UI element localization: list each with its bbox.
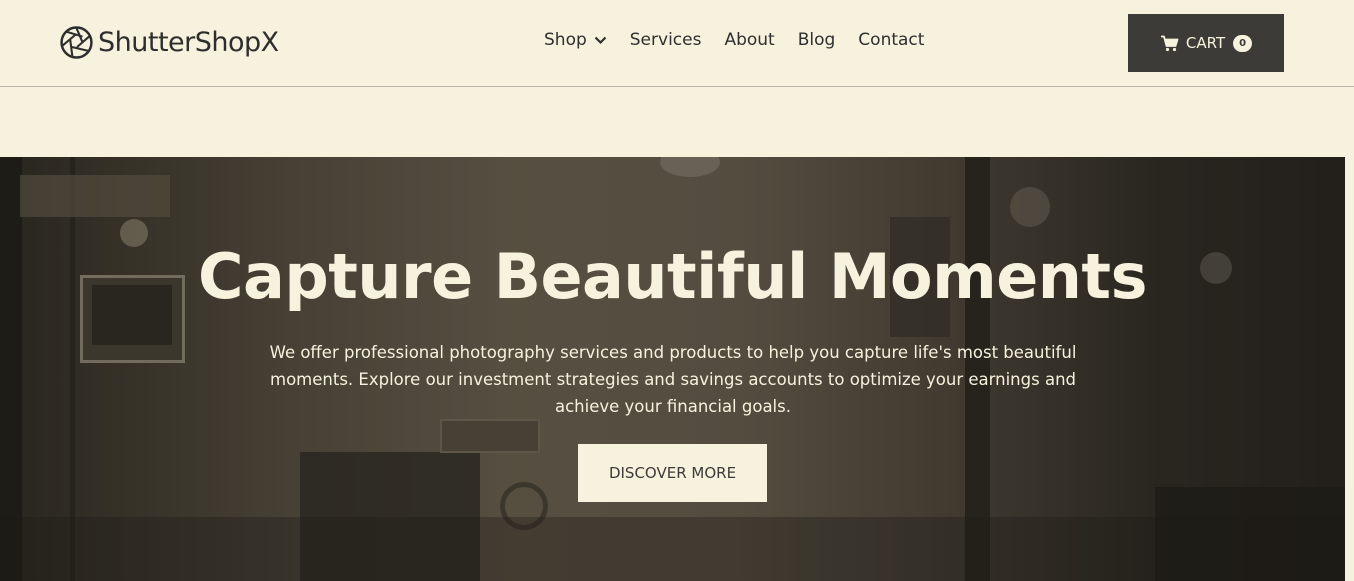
chevron-down-icon — [594, 36, 607, 44]
cart-button[interactable]: CART 0 — [1128, 14, 1284, 72]
nav-item-blog[interactable]: Blog — [798, 30, 836, 50]
nav-item-services[interactable]: Services — [630, 30, 702, 50]
shopping-cart-icon — [1160, 35, 1179, 51]
main-nav: Shop Services About Blog Contact — [544, 30, 924, 50]
camera-aperture-icon — [60, 25, 93, 59]
hero-description: We offer professional photography servic… — [269, 343, 1077, 416]
nav-item-label: Services — [629, 30, 702, 50]
nav-item-label: Contact — [858, 30, 925, 50]
hero-title: Capture Beautiful Moments — [198, 240, 1147, 313]
brand-logo[interactable]: ShutterShopX — [60, 24, 279, 60]
brand-name: ShutterShopX — [98, 26, 279, 58]
site-header: ShutterShopX Shop Services About Blog Co… — [0, 0, 1354, 87]
nav-item-label: Blog — [797, 30, 836, 50]
nav-item-shop[interactable]: Shop — [544, 30, 607, 50]
hero-content: Capture Beautiful Moments We offer profe… — [0, 157, 1345, 581]
nav-item-contact[interactable]: Contact — [858, 30, 924, 50]
hero-section: Capture Beautiful Moments We offer profe… — [0, 157, 1345, 581]
nav-item-label: About — [724, 30, 775, 50]
discover-more-button[interactable]: DISCOVER MORE — [578, 444, 767, 502]
nav-item-label: Shop — [544, 30, 587, 50]
cart-label: CART — [1185, 34, 1226, 52]
nav-item-about[interactable]: About — [724, 30, 774, 50]
cart-count-badge: 0 — [1233, 34, 1253, 52]
